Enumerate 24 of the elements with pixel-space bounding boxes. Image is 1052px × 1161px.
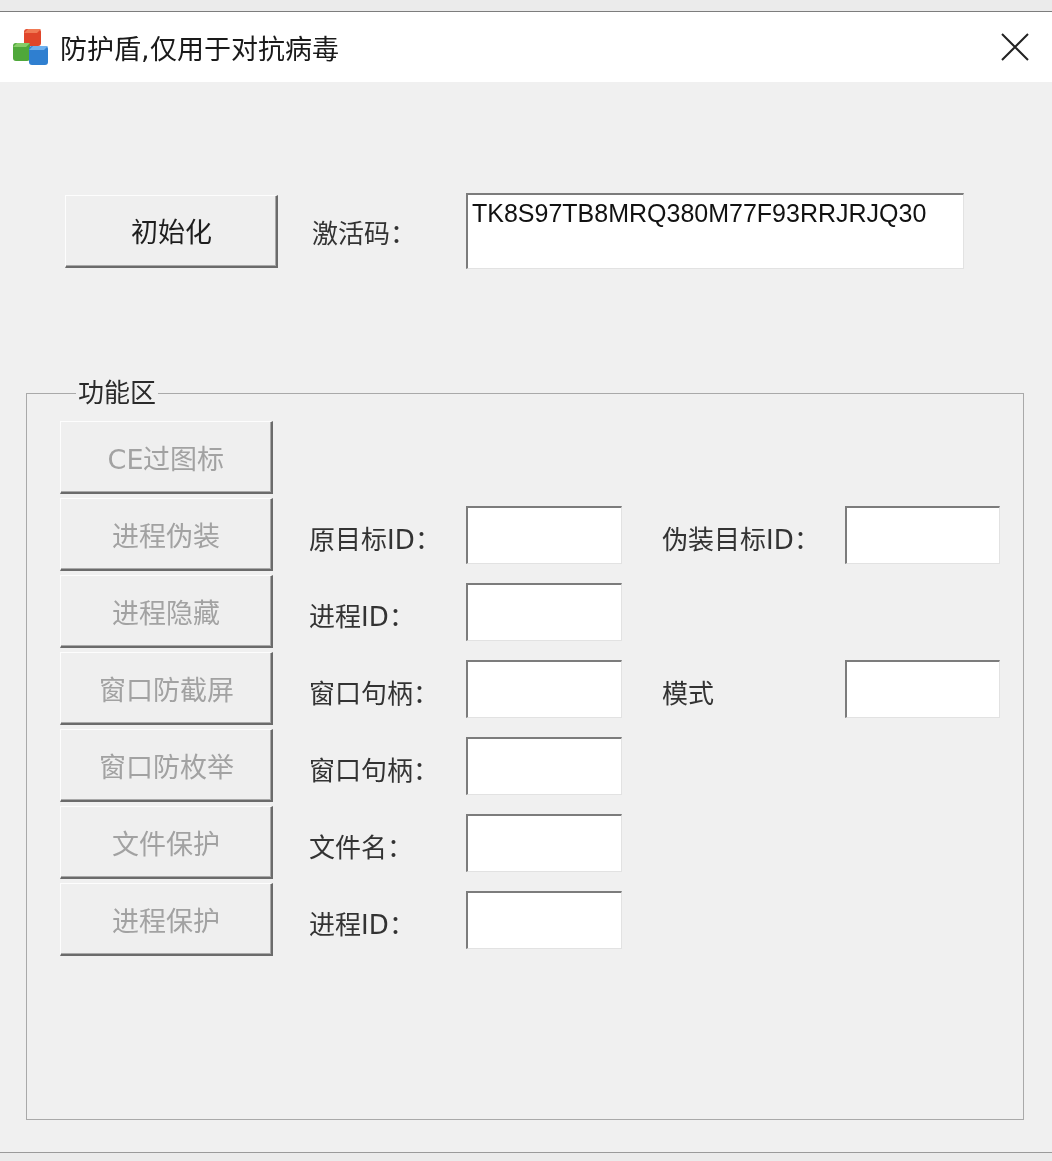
input-field[interactable] xyxy=(466,505,622,564)
field-label: 原目标ID： xyxy=(309,524,442,556)
close-button[interactable] xyxy=(1000,32,1030,62)
close-icon xyxy=(1001,33,1029,61)
initialize-button[interactable]: 初始化 xyxy=(65,194,278,268)
activation-code-field[interactable]: TK8S97TB8MRQ380M77F93RRJRJQ30 xyxy=(466,193,964,269)
field-label: 窗口句柄： xyxy=(309,678,440,710)
field-label: 伪装目标ID： xyxy=(662,524,821,556)
field-label: 文件名： xyxy=(309,832,414,864)
field-label: 进程ID： xyxy=(309,909,416,941)
field-label: 窗口句柄： xyxy=(309,755,440,787)
input-field[interactable] xyxy=(845,659,1000,718)
cubes-icon xyxy=(12,28,50,66)
window-title: 防护盾,仅用于对抗病毒 xyxy=(60,32,339,67)
input-field[interactable] xyxy=(466,813,622,872)
input-field[interactable] xyxy=(845,505,1000,564)
field-label: 进程ID： xyxy=(309,601,416,633)
input-field[interactable] xyxy=(466,736,622,795)
input-field[interactable] xyxy=(466,890,622,949)
input-field[interactable] xyxy=(466,659,622,718)
group-title: 功能区 xyxy=(77,377,157,410)
input-field[interactable] xyxy=(466,582,622,641)
field-label: 模式 xyxy=(662,678,715,710)
activation-code-label: 激活码： xyxy=(312,217,417,250)
